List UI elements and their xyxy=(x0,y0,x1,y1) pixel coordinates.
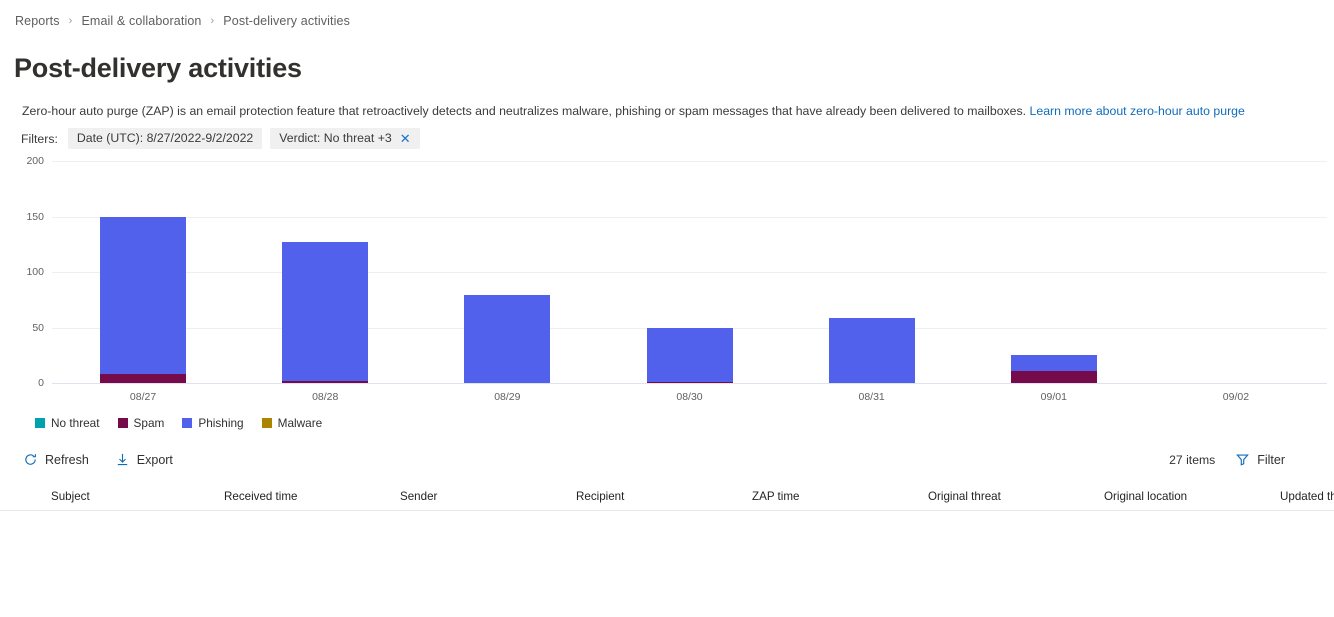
column-header-received[interactable]: Received time xyxy=(224,490,400,503)
chart-bar-segment-spam[interactable] xyxy=(282,380,369,383)
breadcrumb-separator-icon: › xyxy=(210,14,215,27)
zap-activity-chart: 0 50 100 150 200 08/27 08/28 08/29 08/30 08/31 09/… xyxy=(0,152,1334,406)
x-axis-tick-label: 09/02 xyxy=(1222,391,1250,403)
chart-gridline xyxy=(52,272,1327,273)
legend-item-no-threat[interactable]: No threat xyxy=(35,416,100,430)
filters-label: Filters: xyxy=(21,131,58,146)
post-delivery-activities-page: Reports › Email & collaboration › Post-d… xyxy=(0,0,1334,617)
x-axis-tick-label: 08/29 xyxy=(494,391,521,403)
column-header-recipient[interactable]: Recipient xyxy=(576,490,752,503)
chart-bar-segment-phishing[interactable] xyxy=(828,317,915,383)
refresh-button-label: Refresh xyxy=(45,452,89,467)
page-title: Post-delivery activities xyxy=(14,53,302,83)
chart-bar[interactable] xyxy=(828,317,915,383)
column-header-sender[interactable]: Sender xyxy=(400,490,576,503)
legend-swatch-icon xyxy=(117,418,128,428)
chart-bar[interactable] xyxy=(646,327,733,383)
breadcrumb-item-email-collaboration[interactable]: Email & collaboration xyxy=(80,14,202,28)
chart-bar-segment-phishing[interactable] xyxy=(282,242,369,381)
chart-gridline xyxy=(52,216,1327,218)
filter-icon xyxy=(1235,452,1250,467)
legend-item-malware[interactable]: Malware xyxy=(261,416,323,430)
chart-bar[interactable] xyxy=(100,216,187,383)
chart-gridline xyxy=(52,161,1327,162)
breadcrumb-item-post-delivery-activities[interactable]: Post-delivery activities xyxy=(222,14,351,28)
column-header-subject[interactable]: Subject xyxy=(51,490,224,503)
filter-button-label: Filter xyxy=(1257,452,1285,467)
legend-item-label: Spam xyxy=(133,416,165,430)
command-bar: Refresh Export 27 items Filter xyxy=(0,445,1334,475)
filter-button[interactable]: Filter xyxy=(1233,449,1287,470)
x-axis-tick-label: 08/30 xyxy=(676,391,703,403)
chart-bar-segment-phishing[interactable] xyxy=(1010,355,1097,371)
refresh-button[interactable]: Refresh xyxy=(21,449,91,470)
refresh-icon xyxy=(23,452,38,467)
x-axis-tick-label: 09/01 xyxy=(1040,391,1067,403)
messages-table: Subject Received time Sender Recipient ZAP t… xyxy=(0,483,1334,511)
breadcrumb-item-reports[interactable]: Reports xyxy=(14,14,61,28)
y-axis-tick-label: 100 xyxy=(26,266,44,278)
legend-item-label: Phishing xyxy=(198,416,244,430)
legend-item-phishing[interactable]: Phishing xyxy=(182,416,244,430)
page-description: Zero-hour auto purge (ZAP) is an email p… xyxy=(22,103,1245,119)
filter-pill-verdict[interactable]: Verdict: No threat +3 ✕ xyxy=(270,128,420,149)
legend-item-label: No threat xyxy=(51,416,100,430)
table-header-row: Subject Received time Sender Recipient ZAP t… xyxy=(0,483,1334,511)
x-axis-tick-label: 08/31 xyxy=(858,391,885,403)
legend-item-label: Malware xyxy=(277,416,323,430)
legend-swatch-icon xyxy=(182,418,193,428)
column-header-oloc[interactable]: Original location xyxy=(1104,490,1280,503)
chart-bar[interactable] xyxy=(282,242,369,383)
column-header-zap[interactable]: ZAP time xyxy=(752,490,928,503)
y-axis-tick-label: 50 xyxy=(32,321,44,334)
learn-more-link[interactable]: Learn more about zero-hour auto purge xyxy=(1030,104,1245,118)
items-count: 27 items xyxy=(1169,452,1216,467)
y-axis-tick-label: 0 xyxy=(38,377,44,389)
filter-pill-verdict-label: Verdict: No threat +3 xyxy=(279,131,392,145)
chart-bar-segment-spam[interactable] xyxy=(1010,370,1097,383)
breadcrumb: Reports › Email & collaboration › Post-d… xyxy=(14,14,351,28)
download-icon xyxy=(115,452,130,467)
chart-bar-segment-phishing[interactable] xyxy=(464,295,551,383)
export-button[interactable]: Export xyxy=(113,449,175,470)
chart-bar-segment-spam[interactable] xyxy=(646,381,733,383)
column-header-uthreat[interactable]: Updated thr xyxy=(1280,490,1334,503)
filters-bar: Filters: Date (UTC): 8/27/2022-9/2/2022 … xyxy=(21,128,420,149)
filter-pill-date[interactable]: Date (UTC): 8/27/2022-9/2/2022 xyxy=(67,128,263,149)
chart-bar[interactable] xyxy=(1010,355,1097,383)
filter-pill-date-label: Date (UTC): 8/27/2022-9/2/2022 xyxy=(76,131,254,145)
export-button-label: Export xyxy=(136,452,173,467)
breadcrumb-separator-icon: › xyxy=(68,14,73,27)
close-icon[interactable]: ✕ xyxy=(400,132,411,145)
chart-bar-segment-phishing[interactable] xyxy=(100,216,187,375)
chart-bar-segment-phishing[interactable] xyxy=(646,327,733,382)
x-axis-tick-label: 08/27 xyxy=(129,391,157,403)
chart-bar[interactable] xyxy=(464,295,551,383)
legend-item-spam[interactable]: Spam xyxy=(117,416,165,430)
chart-gridline xyxy=(52,383,1327,384)
y-axis-tick-label: 200 xyxy=(26,155,44,167)
legend-swatch-icon xyxy=(35,418,45,428)
y-axis-tick-label: 150 xyxy=(26,210,44,223)
column-header-othreat[interactable]: Original threat xyxy=(928,490,1104,503)
page-description-text: Zero-hour auto purge (ZAP) is an email p… xyxy=(22,104,1027,118)
chart-legend: No threat Spam Phishing Malware xyxy=(35,416,322,430)
chart-bar-segment-spam[interactable] xyxy=(100,374,187,383)
legend-swatch-icon xyxy=(261,418,272,428)
x-axis-tick-label: 08/28 xyxy=(312,391,339,403)
